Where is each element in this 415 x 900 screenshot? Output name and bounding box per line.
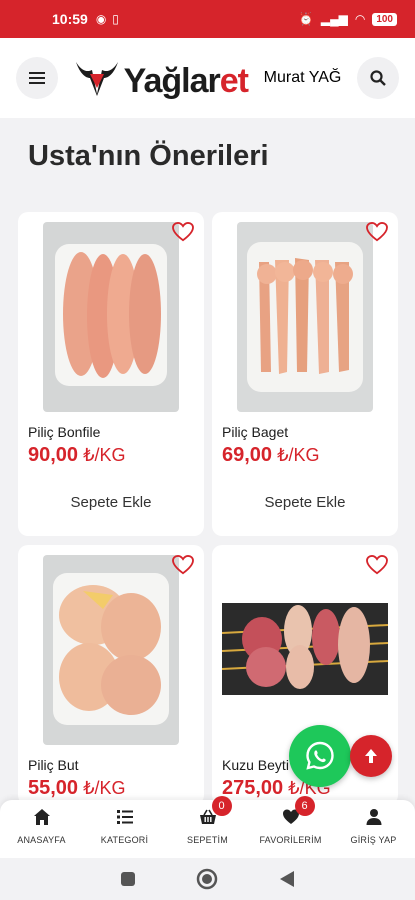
nav-item-cart[interactable]: 0 SEPETİM — [168, 796, 248, 845]
product-card[interactable]: Piliç But 55,00 ₺/KG — [18, 545, 204, 805]
home-circle-icon[interactable] — [196, 868, 218, 890]
brand-name: Yağlaret — [123, 62, 249, 100]
nav-label: SEPETİM — [187, 835, 228, 845]
whatsapp-icon — [306, 741, 334, 770]
nav-label: ANASAYFA — [17, 835, 66, 845]
search-icon — [370, 70, 386, 86]
favorite-heart-icon[interactable] — [366, 555, 388, 575]
recent-apps-icon[interactable] — [120, 871, 136, 887]
sim-icon: ▯ — [112, 12, 119, 26]
location-icon: ◉ — [95, 12, 107, 26]
signal-icon: ▂▄▆ — [320, 12, 348, 26]
app-header: Yağlaret Murat YAĞ — [0, 38, 415, 118]
product-name: Piliç But — [28, 757, 79, 773]
nav-label: FAVORİLERİM — [259, 835, 322, 845]
add-to-cart-button[interactable]: Sepete Ekle — [18, 494, 204, 511]
whatsapp-button[interactable] — [289, 725, 351, 787]
search-button[interactable] — [356, 57, 399, 99]
favorite-heart-icon[interactable] — [172, 222, 194, 242]
cart-count-badge: 0 — [211, 796, 232, 816]
product-image[interactable] — [43, 222, 179, 412]
battery-icon: 100 — [372, 12, 397, 26]
nav-item-login[interactable]: GİRİŞ YAP — [334, 808, 414, 845]
status-bar: 10:59 ◉ ▯ ⏰ ▂▄▆ ◠ 100 — [0, 0, 415, 38]
brand-logo[interactable]: Yağlaret — [74, 58, 249, 100]
bottom-navigation: ANASAYFA KATEGORİ 0 SEPETİM 6 FAVORİLERİ… — [0, 796, 415, 858]
product-image[interactable] — [222, 555, 388, 745]
favorite-heart-icon[interactable] — [172, 555, 194, 575]
alarm-icon: ⏰ — [298, 12, 314, 26]
product-name: Piliç Baget — [222, 424, 289, 440]
scroll-to-top-button[interactable] — [350, 735, 392, 777]
page-title: Usta'nın Önerileri — [28, 140, 269, 172]
status-left-icons: ◉ ▯ — [96, 12, 119, 26]
status-time: 10:59 — [52, 11, 88, 27]
product-image[interactable] — [237, 222, 373, 412]
nav-item-favorites[interactable]: 6 FAVORİLERİM — [251, 796, 331, 845]
bull-logo-icon — [75, 62, 118, 96]
wifi-icon: ◠ — [354, 12, 366, 26]
hamburger-icon — [29, 72, 45, 84]
arrow-up-icon — [365, 749, 377, 763]
status-right-icons: ⏰ ▂▄▆ ◠ 100 — [299, 12, 397, 26]
product-price: 69,00 ₺/KG — [222, 444, 320, 466]
add-to-cart-button[interactable]: Sepete Ekle — [212, 494, 398, 511]
favorite-heart-icon[interactable] — [366, 222, 388, 242]
nav-item-home[interactable]: ANASAYFA — [2, 808, 82, 845]
nav-item-categories[interactable]: KATEGORİ — [85, 808, 165, 845]
product-card[interactable]: Piliç Baget 69,00 ₺/KG Sepete Ekle — [212, 212, 398, 536]
nav-label: KATEGORİ — [100, 835, 149, 845]
product-name: Kuzu Beyti — [222, 757, 289, 773]
back-triangle-icon[interactable] — [279, 870, 295, 888]
product-card[interactable]: Piliç Bonfile 90,00 ₺/KG Sepete Ekle — [18, 212, 204, 536]
home-icon — [33, 809, 50, 825]
system-navigation-bar — [0, 858, 415, 900]
nav-label: GİRİŞ YAP — [350, 835, 397, 845]
brand-subtitle: Murat YAĞ — [263, 69, 342, 86]
user-icon — [366, 809, 381, 825]
favorites-count-badge: 6 — [294, 796, 315, 816]
product-price: 55,00 ₺/KG — [28, 777, 126, 799]
list-icon — [116, 810, 133, 824]
product-price: 90,00 ₺/KG — [28, 444, 126, 466]
menu-button[interactable] — [16, 57, 58, 99]
product-image[interactable] — [43, 555, 179, 745]
product-name: Piliç Bonfile — [28, 424, 101, 440]
